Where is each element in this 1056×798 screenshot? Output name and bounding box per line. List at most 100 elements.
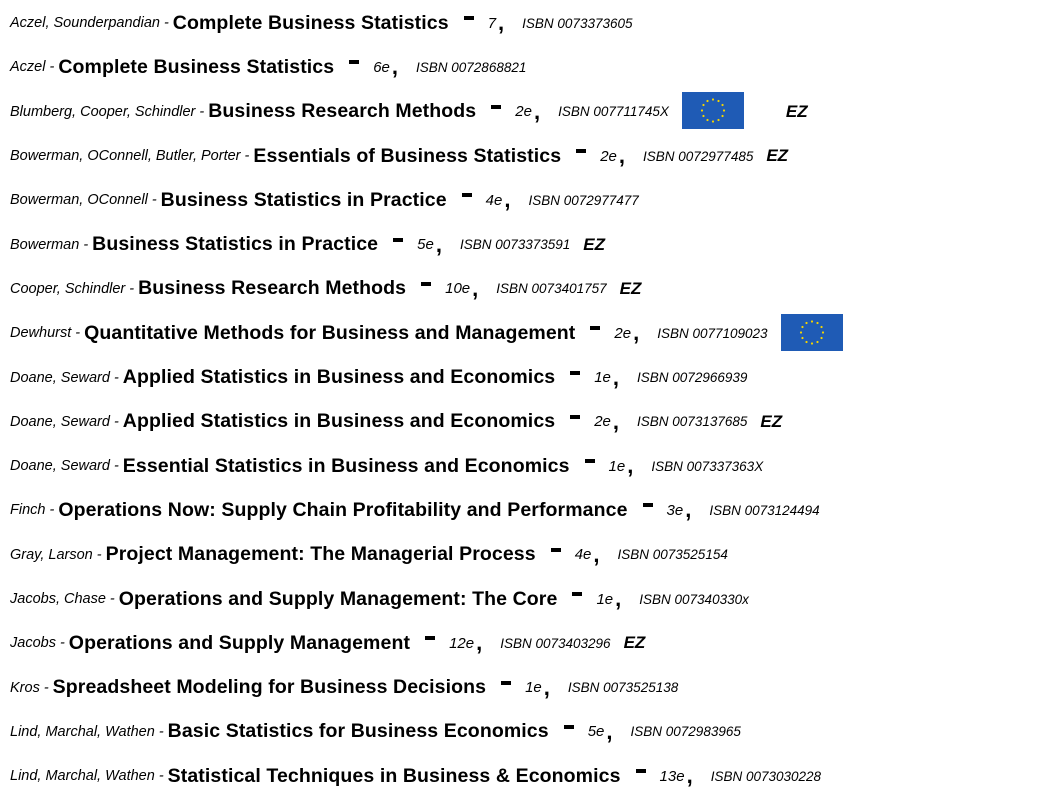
title-dash [635, 769, 646, 774]
book-authors: Bowerman, OConnell [10, 192, 148, 209]
flag-star [815, 340, 819, 343]
flag-star [821, 331, 824, 334]
author-separator: - [75, 325, 81, 342]
book-edition: 4e [574, 546, 592, 564]
edition-comma: , [615, 586, 622, 611]
flag-star [819, 325, 823, 328]
title-dash [349, 60, 360, 65]
book-edition: 12e [449, 634, 475, 652]
book-edition: 7 [487, 14, 497, 32]
title-dash [584, 459, 595, 464]
book-title[interactable]: Essential Statistics in Business and Eco… [123, 455, 570, 478]
title-dash [463, 16, 474, 21]
ez-badge: EZ [766, 146, 789, 166]
book-title[interactable]: Spreadsheet Modeling for Business Decisi… [53, 676, 486, 699]
book-row: Dewhurst - Quantitative Methods for Busine… [10, 311, 1056, 355]
flag-star [717, 100, 720, 103]
book-title[interactable]: Applied Statistics in Business and Econo… [123, 366, 555, 389]
edition-comma: , [543, 674, 550, 700]
book-title[interactable]: Applied Statistics in Business and Econo… [123, 410, 555, 433]
book-edition: 1e [596, 590, 614, 608]
flag-star [815, 321, 819, 324]
book-row: Doane, Seward - Applied Statistics in Busi… [10, 355, 1056, 399]
title-dash [563, 724, 574, 729]
flag-star [722, 109, 726, 112]
flag-star [702, 115, 705, 118]
book-title[interactable]: Operations Now: Supply Chain Profitabili… [58, 499, 627, 522]
book-isbn: ISBN 0073373591 [459, 237, 571, 253]
book-isbn: ISBN 0073373605 [522, 15, 633, 31]
book-title[interactable]: Business Research Methods [208, 100, 476, 123]
book-row: Doane, Seward - Applied Statistics in Busi… [10, 400, 1056, 444]
author-separator: - [113, 369, 119, 386]
book-row: Gray, Larson - Project Management: The Man… [10, 533, 1056, 577]
flag-star [721, 115, 724, 118]
ez-badge: EZ [623, 633, 646, 653]
eu-flag-icon [681, 92, 744, 130]
title-dash [570, 370, 581, 375]
title-dash [642, 503, 653, 508]
title-dash [393, 237, 404, 242]
edition-comma: , [685, 497, 692, 523]
author-separator: - [244, 148, 250, 165]
ez-badge: EZ [619, 278, 642, 298]
book-edition: 1e [608, 457, 626, 475]
edition-comma: , [498, 10, 505, 36]
flag-star [706, 100, 709, 103]
title-dash [491, 104, 502, 109]
book-isbn: ISBN 0073525138 [567, 680, 679, 696]
book-title[interactable]: Statistical Techniques in Business & Eco… [168, 765, 621, 788]
book-row: Aczel - Complete Business Statistics 6e, ISB… [10, 45, 1056, 89]
book-title[interactable]: Business Statistics in Practice [161, 189, 447, 212]
author-separator: - [49, 59, 55, 76]
flag-star [711, 98, 715, 101]
book-authors: Bowerman [10, 236, 80, 253]
book-title[interactable]: Complete Business Statistics [58, 56, 334, 79]
book-authors: Kros [10, 679, 40, 696]
book-title[interactable]: Operations and Supply Management: The Co… [119, 588, 558, 611]
book-authors: Cooper, Schindler [10, 280, 126, 297]
book-row: Jacobs - Operations and Supply Management 1… [10, 621, 1056, 665]
book-edition: 3e [666, 501, 684, 519]
book-isbn: ISBN 0073403296 [500, 635, 611, 651]
flag-star [721, 104, 724, 107]
book-isbn: ISBN 0073030228 [710, 768, 822, 784]
title-dash [461, 193, 472, 198]
author-separator: - [96, 546, 102, 563]
book-authors: Aczel [10, 59, 46, 76]
book-row: Jacobs, Chase - Operations and Supply Mana… [10, 577, 1056, 621]
book-row: Lind, Marchal, Wathen - Statistical Techni… [10, 754, 1056, 798]
book-isbn: ISBN 0073124494 [709, 502, 820, 518]
book-edition: 5e [587, 723, 605, 741]
book-isbn: ISBN 007711745X [558, 104, 669, 120]
book-title[interactable]: Basic Statistics for Business Economics [168, 720, 549, 743]
book-title[interactable]: Complete Business Statistics [173, 12, 449, 35]
title-dash [421, 281, 432, 286]
book-title[interactable]: Business Research Methods [138, 277, 406, 300]
book-authors: Blumberg, Cooper, Schindler [10, 103, 196, 120]
edition-comma: , [391, 54, 399, 80]
ez-badge: EZ [760, 411, 783, 431]
book-title[interactable]: Project Management: The Managerial Proce… [106, 543, 536, 566]
book-edition: 4e [485, 191, 503, 209]
book-isbn: ISBN 0073401757 [496, 281, 607, 297]
book-authors: Finch [10, 502, 46, 519]
book-title[interactable]: Business Statistics in Practice [92, 233, 378, 256]
edition-comma: , [612, 364, 620, 390]
edition-comma: , [533, 98, 541, 124]
book-authors: Doane, Seward [10, 369, 110, 386]
author-separator: - [49, 502, 55, 519]
book-list: Aczel, Sounderpandian - Complete Business … [0, 1, 1056, 798]
edition-comma: , [612, 408, 620, 434]
author-separator: - [158, 723, 164, 740]
book-isbn: ISBN 007340330x [639, 591, 749, 607]
title-dash [572, 592, 583, 596]
book-row: Aczel, Sounderpandian - Complete Business … [10, 1, 1056, 45]
edition-comma: , [476, 630, 483, 656]
book-title[interactable]: Essentials of Business Statistics [253, 145, 561, 168]
author-separator: - [199, 103, 205, 120]
book-title[interactable]: Quantitative Methods for Business and Ma… [84, 322, 575, 345]
flag-star [819, 336, 823, 339]
book-title[interactable]: Operations and Supply Management [69, 632, 410, 655]
flag-star [700, 109, 704, 112]
